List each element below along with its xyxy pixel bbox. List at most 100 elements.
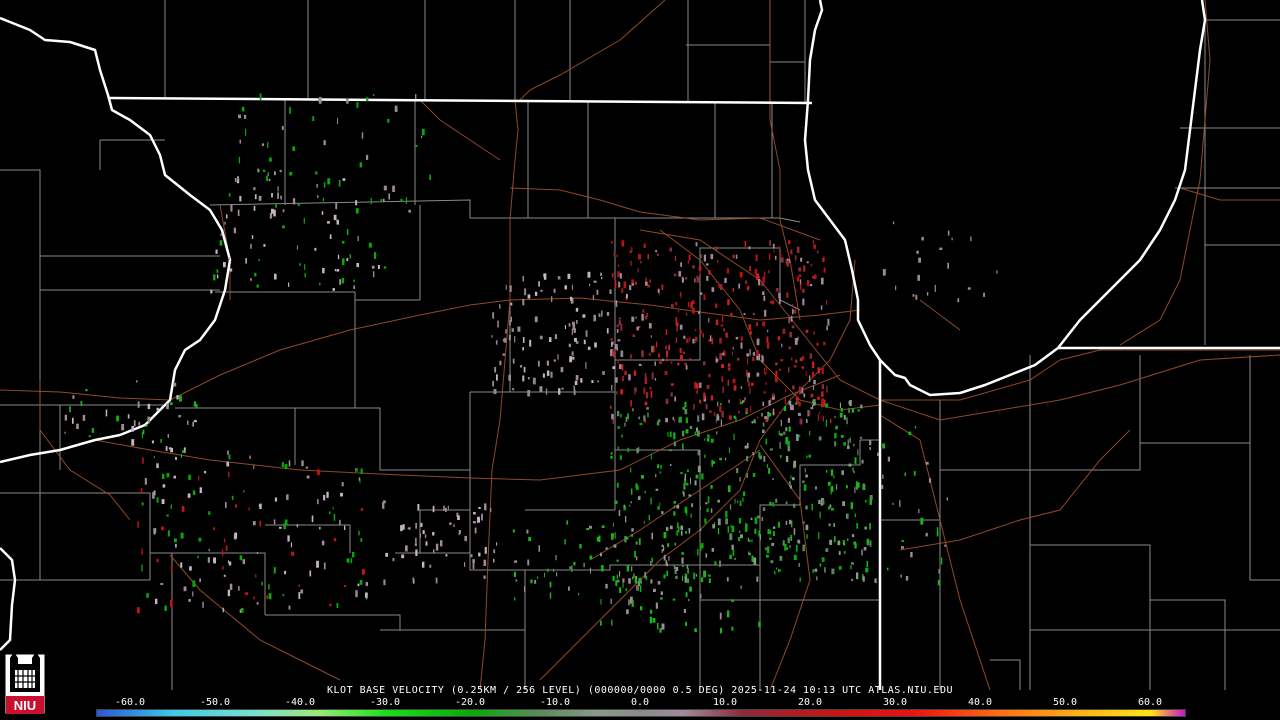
- radar-echo-pixel: [638, 538, 641, 545]
- radar-echo-pixel: [863, 483, 865, 490]
- radar-echo-pixel: [680, 525, 684, 530]
- radar-echo-pixel: [788, 240, 791, 245]
- radar-echo-pixel: [336, 602, 339, 608]
- radar-echo-pixel: [340, 492, 343, 497]
- radar-echo-pixel: [848, 463, 852, 467]
- radar-echo-pixel: [323, 562, 326, 570]
- radar-echo-pixel: [721, 411, 724, 418]
- radar-echo-pixel: [175, 543, 177, 548]
- radar-echo-pixel: [587, 346, 591, 350]
- radar-echo-pixel: [785, 389, 787, 393]
- radar-echo-pixel: [175, 456, 177, 460]
- radar-echo-pixel: [197, 555, 199, 559]
- radar-echo-pixel: [661, 284, 664, 290]
- radar-echo-pixel: [856, 523, 859, 529]
- radar-echo-pixel: [711, 287, 715, 292]
- radar-echo-pixel: [710, 485, 713, 489]
- radar-echo-pixel: [650, 335, 652, 338]
- radar-echo-pixel: [792, 308, 794, 315]
- radar-echo-pixel: [772, 243, 775, 249]
- radar-echo-pixel: [947, 230, 950, 236]
- radar-echo-pixel: [335, 202, 338, 210]
- radar-echo-pixel: [655, 250, 657, 253]
- radar-echo-pixel: [757, 515, 760, 519]
- radar-echo-pixel: [675, 566, 679, 571]
- radar-echo-pixel: [392, 557, 395, 562]
- radar-echo-pixel: [853, 541, 857, 545]
- radar-echo-pixel: [600, 620, 602, 626]
- radar-echo-pixel: [638, 416, 640, 420]
- radar-echo-pixel: [699, 506, 701, 510]
- radar-echo-pixel: [259, 520, 262, 527]
- radar-echo-pixel: [555, 555, 557, 561]
- legend-tick-label: 10.0: [712, 697, 738, 708]
- radar-echo-pixel: [631, 566, 633, 572]
- radar-echo-pixel: [680, 262, 682, 267]
- radar-echo-pixel: [840, 408, 843, 412]
- radar-echo-pixel: [166, 403, 169, 410]
- product-caption: KLOT BASE VELOCITY (0.25KM / 256 LEVEL) …: [327, 685, 953, 696]
- radar-echo-pixel: [544, 572, 546, 578]
- radar-echo-pixel: [142, 429, 145, 435]
- radar-echo-pixel: [798, 386, 801, 391]
- radar-echo-pixel: [490, 508, 492, 512]
- radar-echo-pixel: [739, 530, 741, 534]
- radar-echo-pixel: [635, 316, 637, 319]
- radar-echo-pixel: [905, 576, 909, 581]
- radar-echo-pixel: [698, 266, 702, 271]
- radar-echo-pixel: [665, 345, 667, 350]
- radar-echo-pixel: [842, 501, 845, 506]
- radar-echo-pixel: [768, 270, 770, 274]
- radar-echo-pixel: [842, 539, 845, 544]
- radar-echo-pixel: [826, 325, 828, 331]
- radar-echo-pixel: [173, 382, 177, 387]
- radar-echo-pixel: [261, 581, 263, 586]
- radar-echo-pixel: [704, 454, 706, 458]
- radar-echo-pixel: [742, 497, 744, 502]
- radar-echo-pixel: [583, 339, 586, 345]
- radar-echo-pixel: [895, 285, 897, 291]
- radar-echo-pixel: [779, 253, 782, 257]
- radar-echo-pixel: [790, 249, 793, 255]
- radar-echo-pixel: [751, 539, 753, 543]
- radar-echo-pixel: [166, 514, 169, 517]
- radar-echo-pixel: [756, 372, 760, 377]
- radar-echo-pixel: [763, 391, 766, 394]
- radar-echo-pixel: [229, 583, 233, 590]
- radar-echo-pixel: [273, 519, 276, 525]
- radar-echo-pixel: [947, 262, 949, 269]
- radar-echo-pixel: [748, 381, 750, 387]
- radar-echo-pixel: [728, 399, 730, 403]
- radar-echo-pixel: [251, 235, 254, 239]
- radar-echo-pixel: [914, 426, 917, 429]
- radar-echo-pixel: [727, 526, 729, 534]
- radar-echo-pixel: [787, 537, 790, 544]
- radar-echo-pixel: [620, 413, 622, 418]
- radar-echo-pixel: [681, 557, 684, 564]
- radar-echo-pixel: [719, 337, 722, 344]
- radar-echo-pixel: [683, 492, 685, 497]
- radar-echo-pixel: [685, 621, 687, 626]
- radar-echo-pixel: [697, 415, 700, 422]
- radar-echo-pixel: [509, 285, 512, 292]
- radar-echo-pixel: [697, 465, 701, 473]
- radar-echo-pixel: [850, 565, 852, 570]
- radar-echo-pixel: [668, 344, 670, 351]
- radar-echo-pixel: [407, 527, 411, 530]
- radar-echo-pixel: [617, 446, 620, 451]
- radar-echo-pixel: [553, 359, 556, 362]
- radar-echo-pixel: [776, 288, 779, 292]
- radar-echo-pixel: [625, 588, 628, 591]
- radar-echo-pixel: [472, 559, 475, 563]
- radar-echo-pixel: [164, 605, 167, 611]
- radar-echo-pixel: [626, 564, 630, 572]
- radar-echo-pixel: [282, 594, 285, 597]
- radar-echo-pixel: [821, 499, 825, 505]
- radar-echo-pixel: [133, 420, 136, 427]
- radar-echo-pixel: [853, 443, 855, 447]
- radar-echo-pixel: [791, 325, 795, 329]
- radar-echo-pixel: [798, 412, 801, 416]
- radar-echo-pixel: [673, 505, 676, 509]
- radar-echo-pixel: [624, 370, 627, 375]
- radar-echo-pixel: [752, 452, 754, 455]
